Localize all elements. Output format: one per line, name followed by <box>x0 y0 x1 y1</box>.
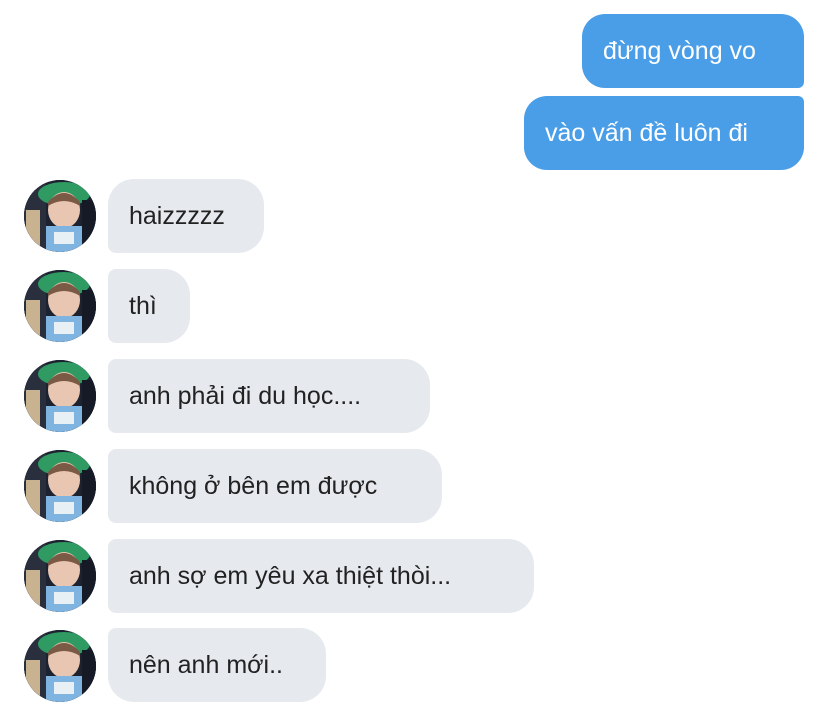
received-message-bubble[interactable]: haizzzzz <box>108 179 264 253</box>
avatar-photo-icon <box>24 180 96 252</box>
avatar[interactable] <box>24 270 96 342</box>
avatar-photo-icon <box>24 630 96 702</box>
received-message-bubble[interactable]: nên anh mới.. <box>108 628 326 702</box>
received-message-bubble[interactable]: anh phải đi du học.... <box>108 359 430 433</box>
avatar-photo-icon <box>24 270 96 342</box>
avatar-photo-icon <box>24 450 96 522</box>
received-message-bubble[interactable]: không ở bên em được <box>108 449 442 523</box>
avatar[interactable] <box>24 180 96 252</box>
avatar[interactable] <box>24 360 96 432</box>
avatar-photo-icon <box>24 360 96 432</box>
avatar-photo-icon <box>24 540 96 612</box>
avatar[interactable] <box>24 540 96 612</box>
received-message-bubble[interactable]: thì <box>108 269 190 343</box>
received-message-bubble[interactable]: anh sợ em yêu xa thiệt thòi... <box>108 539 534 613</box>
avatar[interactable] <box>24 630 96 702</box>
sent-message-bubble[interactable]: đừng vòng vo <box>582 14 804 88</box>
avatar[interactable] <box>24 450 96 522</box>
sent-message-bubble[interactable]: vào vấn đề luôn đi <box>524 96 804 170</box>
